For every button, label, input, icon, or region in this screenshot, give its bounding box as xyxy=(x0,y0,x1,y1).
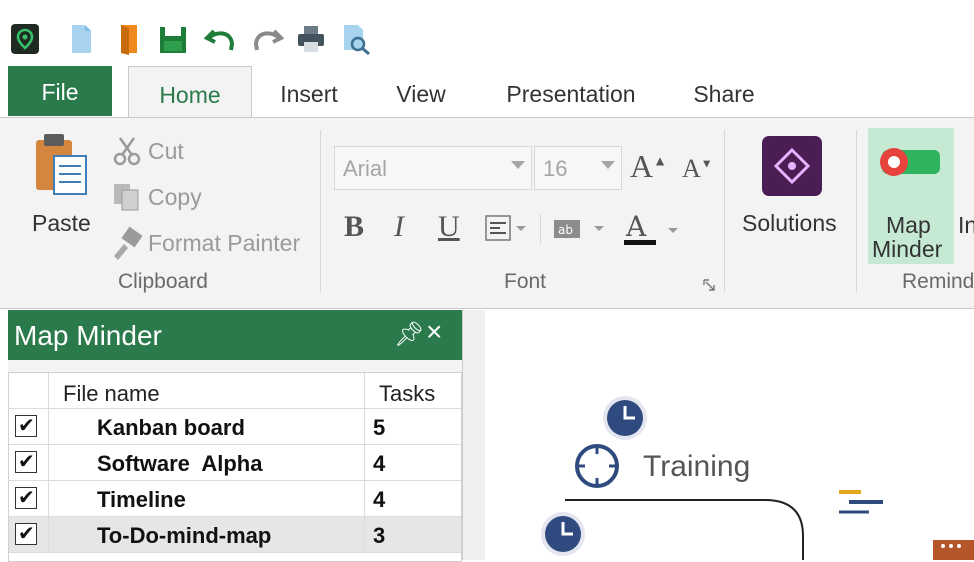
panel-splitter[interactable] xyxy=(462,310,486,560)
tab-home[interactable]: Home xyxy=(128,66,252,119)
panel-header: Map Minder 📌︎ × xyxy=(8,310,462,360)
connector-line xyxy=(565,499,804,560)
table-row xyxy=(9,481,49,517)
new-document-icon[interactable] xyxy=(66,22,96,56)
toolbar-divider xyxy=(540,214,541,244)
tag-icon[interactable] xyxy=(931,536,974,560)
undo-icon[interactable] xyxy=(203,22,235,56)
font-family-select[interactable]: Arial xyxy=(334,146,532,190)
text-highlight-icon[interactable]: ab xyxy=(552,214,612,244)
font-size-select[interactable]: 16 xyxy=(534,146,622,190)
align-icon[interactable] xyxy=(484,214,532,244)
row-task-count: 4 xyxy=(365,445,461,481)
tab-presentation[interactable]: Presentation xyxy=(498,66,644,118)
row-task-count: 4 xyxy=(365,481,461,517)
column-header-file-name[interactable]: File name xyxy=(49,373,365,409)
quick-access-toolbar xyxy=(0,0,974,66)
row-file-name[interactable]: Kanban board xyxy=(49,409,365,445)
print-preview-icon[interactable] xyxy=(340,22,370,56)
row-file-name[interactable]: To-Do-mind-map xyxy=(49,517,365,553)
bold-icon[interactable]: B xyxy=(344,210,364,244)
panel-title: Map Minder xyxy=(14,320,162,351)
target-icon[interactable] xyxy=(573,442,621,490)
solutions-icon[interactable] xyxy=(762,136,822,196)
save-icon[interactable] xyxy=(158,22,188,56)
chevron-down-icon xyxy=(601,161,615,169)
cut-icon xyxy=(112,136,142,166)
row-checkbox[interactable] xyxy=(15,449,37,474)
svg-text:ab: ab xyxy=(558,223,573,237)
table-row xyxy=(9,409,49,445)
open-folder-icon[interactable] xyxy=(114,22,144,56)
topic-label[interactable]: Training xyxy=(643,450,750,484)
print-icon[interactable] xyxy=(296,22,326,56)
table-row xyxy=(9,517,49,553)
clock-icon[interactable] xyxy=(601,394,649,442)
file-table: File name Tasks Kanban board 5 Software … xyxy=(8,372,462,562)
tab-file[interactable]: File xyxy=(8,66,112,116)
clock-icon[interactable] xyxy=(539,510,587,558)
redo-icon[interactable] xyxy=(250,22,285,56)
close-icon[interactable]: × xyxy=(426,316,442,348)
grow-font-icon[interactable]: A▲ xyxy=(630,148,667,185)
chevron-down-icon xyxy=(511,161,525,169)
font-group-label: Font xyxy=(504,270,547,293)
next-button-partial[interactable]: In xyxy=(958,212,974,239)
group-divider xyxy=(856,130,857,292)
font-size-value: 16 xyxy=(543,156,568,181)
paste-icon[interactable] xyxy=(28,132,96,198)
row-checkbox[interactable] xyxy=(15,521,37,546)
row-checkbox[interactable] xyxy=(15,413,37,438)
font-family-value: Arial xyxy=(343,156,388,181)
map-minder-button[interactable]: Map Minder xyxy=(868,128,954,264)
map-minder-label-line1: Map xyxy=(886,212,931,238)
mind-map-canvas[interactable]: Training xyxy=(485,310,974,560)
app-logo-icon[interactable] xyxy=(10,22,40,56)
copy-button[interactable]: Copy xyxy=(148,184,202,211)
format-painter-button[interactable]: Format Painter xyxy=(148,230,300,257)
row-task-count: 5 xyxy=(365,409,461,445)
column-header-tasks[interactable]: Tasks xyxy=(365,373,461,409)
map-minder-label-line2: Minder xyxy=(872,236,943,262)
group-divider xyxy=(724,130,725,292)
map-minder-panel: Map Minder 📌︎ × File name Tasks Kanban b… xyxy=(8,310,462,562)
table-header-checkbox-cell xyxy=(9,373,49,409)
row-task-count: 3 xyxy=(365,517,461,553)
underline-icon[interactable]: U xyxy=(438,210,460,244)
row-checkbox[interactable] xyxy=(15,485,37,510)
row-file-name[interactable]: Software Alpha xyxy=(49,445,365,481)
tab-view[interactable]: View xyxy=(386,66,456,118)
notes-icon[interactable] xyxy=(835,486,887,522)
italic-icon[interactable]: I xyxy=(394,210,404,244)
clipboard-group-label: Clipboard xyxy=(118,270,208,293)
ribbon-tabs: File Home Insert View Presentation Share xyxy=(0,66,974,119)
reminder-group-label: Remind xyxy=(902,270,974,293)
table-row xyxy=(9,445,49,481)
group-divider xyxy=(320,130,321,292)
format-painter-icon xyxy=(110,226,144,260)
font-color-icon[interactable]: A xyxy=(620,210,684,250)
shrink-font-icon[interactable]: A▼ xyxy=(682,154,713,184)
cut-button[interactable]: Cut xyxy=(148,138,184,165)
pin-icon[interactable]: 📌︎ xyxy=(394,320,424,349)
font-dialog-launcher-icon[interactable] xyxy=(702,278,716,292)
solutions-button[interactable]: Solutions xyxy=(742,210,837,237)
paste-button[interactable]: Paste xyxy=(32,210,91,237)
copy-icon xyxy=(112,182,142,212)
toggle-icon xyxy=(880,148,940,176)
row-file-name[interactable]: Timeline xyxy=(49,481,365,517)
tab-insert[interactable]: Insert xyxy=(272,66,346,118)
ribbon: Paste Cut Copy Format Painter Clipboard … xyxy=(0,117,974,309)
tab-share[interactable]: Share xyxy=(688,66,760,118)
svg-text:A: A xyxy=(625,210,647,243)
